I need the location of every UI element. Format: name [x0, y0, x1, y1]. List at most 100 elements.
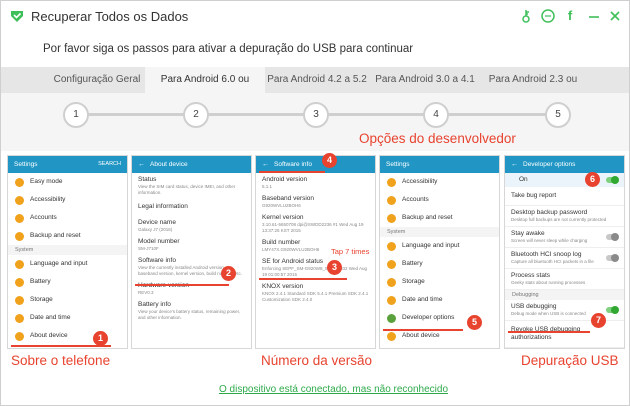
- battery-icon: [15, 278, 24, 287]
- highlight-usb-debugging: [508, 331, 590, 333]
- language-icon: [15, 260, 24, 269]
- storage-icon: [15, 296, 24, 305]
- accounts-icon: [15, 214, 24, 223]
- list-item: Process stats Geeky stats about running …: [505, 269, 624, 290]
- panel-title: Settings: [14, 161, 38, 168]
- back-arrow-icon: ←: [511, 161, 518, 168]
- tab-general[interactable]: Configuração Geral: [49, 67, 145, 93]
- list-item: Status View the SIM card status, device …: [138, 176, 236, 195]
- caption-about-phone: Sobre o telefone: [11, 353, 111, 368]
- accessibility-icon: [387, 178, 396, 187]
- list-item: Accessibility: [380, 173, 499, 191]
- caption-usb-debugging: Depuração USB: [521, 353, 619, 368]
- list-item: Accounts: [8, 209, 127, 227]
- highlight-build-number: [259, 278, 347, 280]
- accounts-icon: [387, 196, 396, 205]
- search-label: SEARCH: [98, 161, 121, 167]
- list-item: Stay awake Screen will never sleep while…: [505, 227, 624, 248]
- list-item: Baseband version G920WVLU2BOH6: [262, 195, 315, 208]
- highlight-software-header: [259, 171, 325, 173]
- easy-mode-icon: [15, 178, 24, 187]
- step-1: 1: [63, 102, 89, 128]
- app-logo-icon: [11, 11, 23, 22]
- badge-4: 4: [322, 153, 337, 168]
- tab-android-2-3[interactable]: Para Android 2.3 ou anterior: [481, 67, 585, 111]
- highlight-about-device: [11, 345, 111, 347]
- accessibility-icon: [15, 196, 24, 205]
- developer-toggle: [606, 176, 619, 184]
- chat-icon[interactable]: [540, 8, 556, 24]
- panel-title: Software info: [274, 161, 312, 168]
- backup-icon: [15, 232, 24, 241]
- panel-header: Settings: [380, 156, 499, 173]
- tab-android-3-0[interactable]: Para Android 3.0 a 4.1: [369, 67, 481, 93]
- badge-7: 7: [591, 313, 606, 328]
- section-label: System: [380, 227, 499, 237]
- list-item: Revoke USB debugging authorizations: [505, 321, 624, 348]
- panel-title: Developer options: [523, 161, 576, 168]
- panel-settings: Settings SEARCH Easy mode Accessibility …: [7, 155, 128, 349]
- step-4: 4: [423, 102, 449, 128]
- list-item: Android version 5.1.1: [262, 176, 308, 189]
- list-item-usb-debugging: USB debugging Debug mode when USB is con…: [505, 300, 624, 321]
- tap-seven-times-note: Tap 7 times: [331, 247, 370, 256]
- list-item: Hardware version REV0.3: [138, 282, 189, 295]
- panel-header: ← Developer options: [505, 156, 624, 173]
- tab-android-4-2[interactable]: Para Android 4.2 a 5.2: [265, 67, 369, 93]
- highlight-software-info: [135, 284, 229, 286]
- list-item: Device name Galaxy J7 (2016): [138, 219, 176, 232]
- developer-options-master-switch: On: [505, 173, 624, 187]
- developer-options-icon: [387, 314, 396, 323]
- battery-icon: [387, 260, 396, 269]
- list-item-about-device: About device: [8, 327, 127, 345]
- tab-android-6[interactable]: Para Android 6.0 ou posteriore: [145, 67, 265, 111]
- key-icon[interactable]: [518, 8, 534, 24]
- panel-settings-developer: Settings Accessibility Accounts Backup a…: [379, 155, 500, 349]
- hci-log-toggle: [606, 254, 619, 262]
- list-item: Desktop backup password Desktop full bac…: [505, 206, 624, 227]
- list-item: Kernel version 3.10.61-5650708 dpi@SWDD2…: [262, 214, 364, 233]
- stay-awake-toggle: [606, 233, 619, 241]
- minimize-icon[interactable]: [586, 8, 602, 24]
- storage-icon: [387, 278, 396, 287]
- list-item: Battery info View your device's battery …: [138, 301, 241, 320]
- badge-5: 5: [467, 315, 482, 330]
- list-item: Model number SM-J710F: [138, 238, 180, 251]
- back-arrow-icon: ←: [138, 161, 145, 168]
- highlight-developer-options: [383, 329, 463, 331]
- developer-options-heading: Opções do desenvolvedor: [359, 131, 516, 146]
- panel-title: About device: [150, 161, 188, 168]
- instruction-text: Por favor siga os passos para ativar a d…: [43, 43, 414, 55]
- device-not-recognized-link[interactable]: O dispositivo está conectado, mas não re…: [219, 384, 448, 395]
- app-title: Recuperar Todos os Dados: [31, 9, 189, 24]
- caption-build-number: Número da versão: [261, 353, 373, 368]
- list-item: Take bug report: [505, 187, 624, 206]
- panel-header: ← About device: [132, 156, 251, 173]
- list-item: Date and time: [380, 291, 499, 309]
- panel-about-device: ← About device Status View the SIM card s…: [131, 155, 252, 349]
- badge-3: 3: [327, 260, 342, 275]
- panel-header: Settings SEARCH: [8, 156, 127, 173]
- step-2: 2: [183, 102, 209, 128]
- panel-developer-options: ← Developer options On Take bug report De…: [504, 155, 625, 349]
- section-label: Debugging: [505, 290, 624, 300]
- list-item: Storage: [8, 291, 127, 309]
- list-item: Easy mode: [8, 173, 127, 191]
- list-item: Legal information: [138, 203, 188, 210]
- language-icon: [387, 242, 396, 251]
- android-version-tabs: Configuração Geral Para Android 6.0 ou p…: [1, 67, 629, 111]
- list-item: SE for Android status Enforcing SEPF_SM-…: [262, 258, 367, 277]
- step-5: 5: [545, 102, 571, 128]
- about-device-icon: [387, 332, 396, 341]
- list-item: Backup and reset: [8, 227, 127, 245]
- list-item: Battery: [380, 255, 499, 273]
- date-time-icon: [15, 314, 24, 323]
- list-item: Backup and reset: [380, 209, 499, 227]
- facebook-icon[interactable]: f: [562, 8, 578, 24]
- list-item: Language and input: [380, 237, 499, 255]
- list-item: Storage: [380, 273, 499, 291]
- list-item: Language and input: [8, 255, 127, 273]
- close-icon[interactable]: [607, 8, 623, 24]
- list-item: Accounts: [380, 191, 499, 209]
- usb-debugging-toggle: [606, 306, 619, 314]
